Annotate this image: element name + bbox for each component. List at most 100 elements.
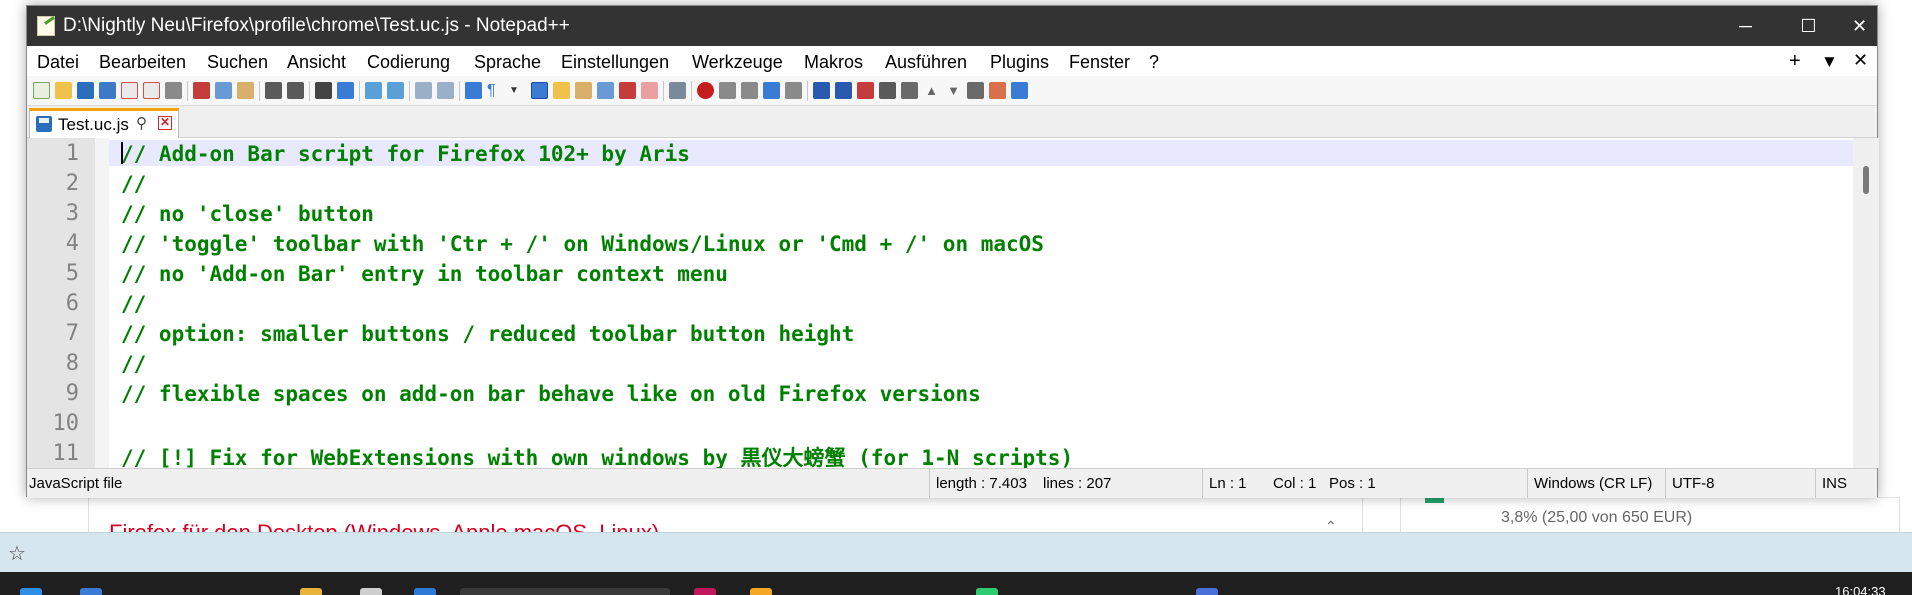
print-icon[interactable]: [165, 82, 182, 99]
code-line[interactable]: //: [121, 292, 146, 316]
taskbar-app-icon[interactable]: [750, 588, 772, 595]
menu-suchen[interactable]: Suchen: [207, 52, 268, 73]
stop-macro-icon[interactable]: [719, 82, 736, 99]
plugin-icon[interactable]: [813, 82, 830, 99]
code-line[interactable]: //: [121, 352, 146, 376]
code-line[interactable]: //: [121, 172, 146, 196]
calendar-icon[interactable]: [414, 588, 436, 595]
sync-vertical-icon[interactable]: [415, 82, 432, 99]
folder-icon[interactable]: [300, 588, 322, 595]
plugin-icon[interactable]: [857, 82, 874, 99]
tab-close-icon[interactable]: ✕: [158, 116, 172, 130]
taskbar-app-icon[interactable]: [360, 588, 382, 595]
tab-list-icon[interactable]: ▼: [1821, 52, 1838, 72]
redo-icon[interactable]: [287, 82, 304, 99]
close-button[interactable]: ✕: [1840, 6, 1879, 46]
code-line[interactable]: // Add-on Bar script for Firefox 102+ by…: [121, 142, 690, 166]
start-icon[interactable]: [20, 588, 42, 595]
menu-einstellungen[interactable]: Einstellungen: [561, 52, 669, 73]
menu-codierung[interactable]: Codierung: [367, 52, 450, 73]
code-line[interactable]: // [!] Fix for WebExtensions with own wi…: [121, 442, 1073, 468]
plugin-icon[interactable]: [989, 82, 1006, 99]
word-wrap-icon[interactable]: [465, 82, 482, 99]
menu-sprache[interactable]: Sprache: [474, 52, 541, 73]
arrow-down-icon[interactable]: ▼: [945, 82, 962, 99]
copy-icon[interactable]: [215, 82, 232, 99]
save-icon[interactable]: [77, 82, 94, 99]
menu-ansicht[interactable]: Ansicht: [287, 52, 346, 73]
plugin-icon[interactable]: [901, 82, 918, 99]
status-lines: lines : 207: [1043, 475, 1112, 492]
plugin-icon[interactable]: [879, 82, 896, 99]
chevron-down-icon[interactable]: ▼: [509, 82, 526, 99]
menu-werkzeuge[interactable]: Werkzeuge: [692, 52, 783, 73]
title-bar[interactable]: D:\Nightly Neu\Firefox\profile\chrome\Te…: [27, 6, 1877, 46]
code-line[interactable]: // no 'close' button: [121, 202, 374, 226]
indent-guide-icon[interactable]: [531, 82, 548, 99]
cut-icon[interactable]: [193, 82, 210, 99]
doc-list-icon[interactable]: [597, 82, 614, 99]
taskbar-app-icon[interactable]: [80, 588, 102, 595]
status-bar: JavaScript file length : 7.403 lines : 2…: [27, 468, 1877, 498]
run-macro-multiple-icon[interactable]: [763, 82, 780, 99]
menu-datei[interactable]: Datei: [37, 52, 79, 73]
new-file-icon[interactable]: [33, 82, 50, 99]
menu-plugins[interactable]: Plugins: [990, 52, 1049, 73]
bookmark-star-icon[interactable]: ☆: [8, 541, 26, 566]
code-line[interactable]: // option: smaller buttons / reduced too…: [121, 322, 854, 346]
find-icon[interactable]: [315, 82, 332, 99]
close-icon[interactable]: [121, 82, 138, 99]
plugin-icon[interactable]: [1011, 82, 1028, 99]
menu-ausfuehren[interactable]: Ausführen: [885, 52, 967, 73]
close-doc-icon[interactable]: ✕: [1853, 50, 1868, 71]
line-number: 6: [65, 291, 79, 316]
zoom-in-icon[interactable]: [365, 82, 382, 99]
paste-icon[interactable]: [237, 82, 254, 99]
play-macro-icon[interactable]: [741, 82, 758, 99]
menu-bearbeiten[interactable]: Bearbeiten: [99, 52, 186, 73]
code-line[interactable]: // flexible spaces on add-on bar behave …: [121, 382, 981, 406]
replace-icon[interactable]: [337, 82, 354, 99]
new-tab-icon[interactable]: +: [1789, 50, 1801, 73]
undo-icon[interactable]: [265, 82, 282, 99]
folder-workspace-icon[interactable]: [641, 82, 658, 99]
plugin-icon[interactable]: [835, 82, 852, 99]
status-eol[interactable]: Windows (CR LF): [1527, 469, 1652, 498]
code-line[interactable]: // 'toggle' toolbar with 'Ctr + /' on Wi…: [121, 232, 1044, 256]
minimize-button[interactable]: ─: [1714, 6, 1777, 46]
toolbar-separator: [807, 81, 808, 101]
close-all-icon[interactable]: [143, 82, 160, 99]
menu-help[interactable]: ?: [1149, 52, 1159, 73]
taskbar-app-icon[interactable]: [1196, 588, 1218, 595]
user-language-icon[interactable]: [553, 82, 570, 99]
arrow-up-icon[interactable]: ▲: [923, 82, 940, 99]
open-file-icon[interactable]: [55, 82, 72, 99]
save-macro-icon[interactable]: [785, 82, 802, 99]
code-editor[interactable]: 1 // Add-on Bar script for Firefox 102+ b…: [27, 138, 1853, 468]
record-macro-icon[interactable]: [697, 82, 714, 99]
menu-fenster[interactable]: Fenster: [1069, 52, 1130, 73]
doc-map-icon[interactable]: [575, 82, 592, 99]
menu-makros[interactable]: Makros: [804, 52, 863, 73]
pin-icon[interactable]: ⚲: [136, 114, 147, 132]
sync-horizontal-icon[interactable]: [437, 82, 454, 99]
save-all-icon[interactable]: [99, 82, 116, 99]
taskbar-app-icon[interactable]: [694, 588, 716, 595]
tab-test-uc-js[interactable]: Test.uc.js ⚲ ✕: [29, 108, 179, 139]
status-encoding[interactable]: UTF-8: [1665, 469, 1715, 498]
function-list-icon[interactable]: [619, 82, 636, 99]
status-insert-mode[interactable]: INS: [1815, 469, 1847, 498]
zoom-out-icon[interactable]: [387, 82, 404, 99]
code-line[interactable]: // no 'Add-on Bar' entry in toolbar cont…: [121, 262, 728, 286]
status-pos: Pos : 1: [1329, 475, 1376, 492]
notepad-app-icon: [37, 16, 55, 36]
show-all-chars-icon[interactable]: ¶: [487, 82, 504, 99]
progress-bar: [1425, 498, 1444, 503]
scrollbar-thumb[interactable]: [1863, 166, 1869, 194]
taskbar-active-app[interactable]: [460, 588, 670, 595]
maximize-button[interactable]: ☐: [1777, 6, 1840, 46]
plugin-icon[interactable]: [967, 82, 984, 99]
taskbar-app-icon[interactable]: [976, 588, 998, 595]
monitoring-icon[interactable]: [669, 82, 686, 99]
vertical-scrollbar[interactable]: [1853, 138, 1879, 468]
